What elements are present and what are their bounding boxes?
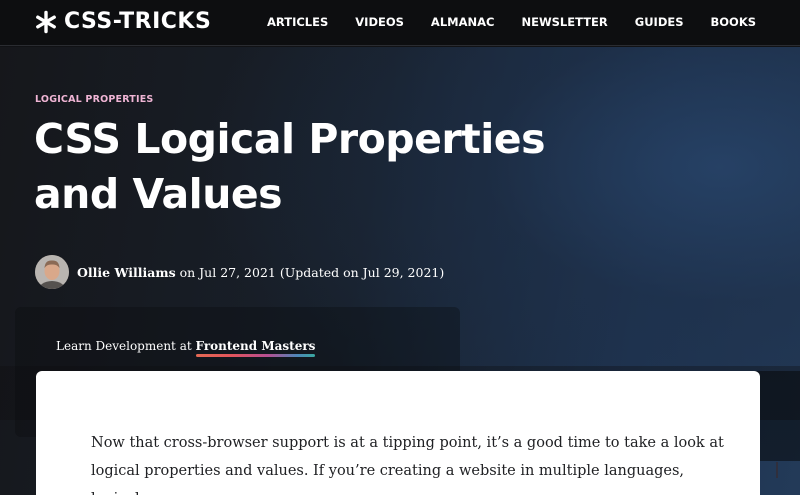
logo-text: CSS-TRICKS bbox=[64, 9, 212, 34]
nav-almanac[interactable]: ALMANAC bbox=[431, 15, 495, 29]
nav-newsletter[interactable]: NEWSLETTER bbox=[521, 15, 607, 29]
author-link[interactable]: Ollie Williams bbox=[77, 265, 176, 280]
scroll-edge-marker bbox=[770, 462, 778, 478]
promo-link-label: Frontend Masters bbox=[195, 339, 316, 353]
avatar-portrait-icon bbox=[35, 255, 69, 289]
main-nav: ARTICLES VIDEOS ALMANAC NEWSLETTER GUIDE… bbox=[267, 15, 783, 29]
nav-articles[interactable]: ARTICLES bbox=[267, 15, 328, 29]
article-body-card: Now that cross-browser support is at a t… bbox=[36, 371, 760, 495]
nav-guides[interactable]: GUIDES bbox=[635, 15, 684, 29]
nav-books[interactable]: BOOKS bbox=[711, 15, 757, 29]
asterisk-star-icon bbox=[36, 10, 56, 33]
author-avatar[interactable] bbox=[35, 255, 69, 289]
title-line-2: and Values bbox=[34, 170, 283, 218]
frontend-masters-link[interactable]: Frontend Masters bbox=[195, 339, 316, 357]
title-line-1: CSS Logical Properties bbox=[34, 115, 546, 163]
site-header: CSS-TRICKS ARTICLES VIDEOS ALMANAC NEWSL… bbox=[0, 0, 800, 46]
sponsor-promo: Learn Development at Frontend Masters bbox=[56, 339, 316, 357]
gradient-underline bbox=[195, 354, 316, 357]
site-logo[interactable]: CSS-TRICKS bbox=[34, 9, 211, 34]
nav-videos[interactable]: VIDEOS bbox=[355, 15, 404, 29]
promo-prefix: Learn Development at bbox=[56, 339, 192, 353]
publish-date: on Jul 27, 2021 (Updated on Jul 29, 2021… bbox=[179, 264, 445, 280]
article-byline: Ollie Williams on Jul 27, 2021 (Updated … bbox=[35, 255, 444, 289]
paragraph-line-1: Now that cross-browser support is at a t… bbox=[91, 435, 724, 451]
page-title: CSS Logical Properties and Values bbox=[34, 112, 654, 222]
category-tag[interactable]: LOGICAL PROPERTIES bbox=[35, 94, 153, 105]
paragraph-line-2: logical properties and values. If you’re… bbox=[91, 463, 685, 495]
article-paragraph: Now that cross-browser support is at a t… bbox=[91, 429, 731, 495]
